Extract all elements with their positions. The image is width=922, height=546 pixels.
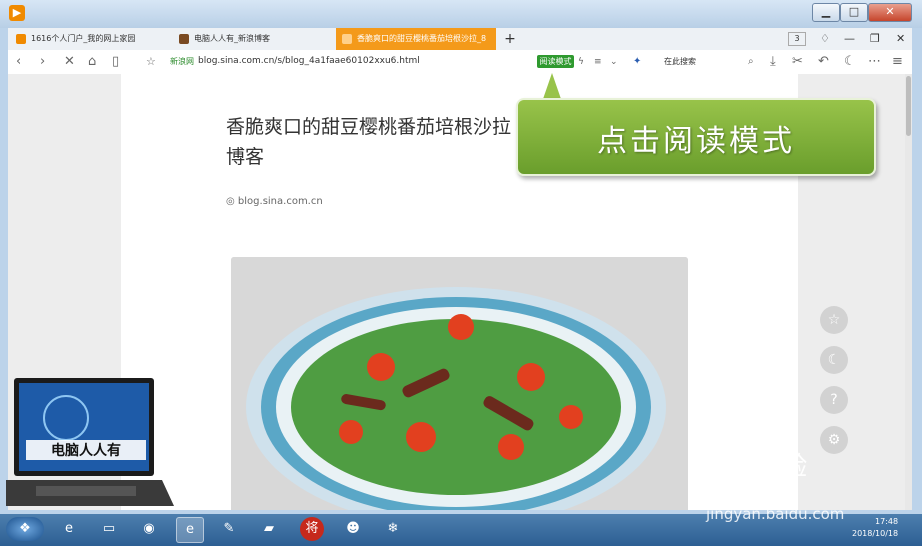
snowflake-icon[interactable]: ❄	[380, 517, 406, 541]
tab-1616-portal[interactable]: 1616个人门户_我的网上家园	[10, 28, 170, 50]
back-icon[interactable]: ‹	[16, 54, 21, 70]
favorite-star-icon[interactable]: ☆	[146, 54, 156, 70]
title-bar: ▶ ▁ □ ✕	[0, 0, 922, 28]
minimize-button[interactable]: ▁	[812, 3, 840, 22]
folder-icon[interactable]: ▭	[96, 517, 122, 541]
undo-icon[interactable]: ↶	[818, 54, 829, 70]
cartoon-icon[interactable]: ☻	[340, 517, 366, 541]
globe-icon: ◎	[226, 196, 235, 207]
browser-logo-icon: ▶	[9, 5, 25, 21]
scroll-thumb[interactable]	[906, 76, 911, 136]
tab-count-badge[interactable]: 3	[788, 32, 806, 46]
address-bar: ‹ › ✕ ⌂ ▯ ☆ 新浪网 blog.sina.com.cn/s/blog_…	[8, 50, 912, 75]
night-mode-button[interactable]: ☾	[820, 346, 848, 374]
article-source: ◎ blog.sina.com.cn	[226, 196, 323, 207]
media-player-icon[interactable]: ◉	[136, 517, 162, 541]
tab-label: 电脑人人有_新浪博客	[194, 34, 270, 43]
new-tab-button[interactable]: +	[503, 28, 517, 50]
home-icon[interactable]: ⌂	[88, 54, 96, 70]
system-clock[interactable]: 17:48 2018/10/18	[852, 516, 898, 540]
clock-date: 2018/10/18	[852, 529, 899, 538]
tab-label: 1616个人门户_我的网上家园	[31, 34, 136, 43]
list-icon[interactable]: ≡	[594, 54, 602, 70]
url-input[interactable]: blog.sina.com.cn/s/blog_4a1faae60102xxu6…	[198, 56, 420, 66]
paw-search-icon[interactable]: ✦	[633, 54, 641, 70]
chess-icon[interactable]: 将	[300, 517, 324, 541]
tab-label: 香脆爽口的甜豆樱桃番茄培根沙拉_8	[357, 34, 487, 43]
close-icon[interactable]: ✕	[896, 28, 908, 50]
paint-icon[interactable]: ✎	[216, 517, 242, 541]
folder-yellow-icon[interactable]: ▰	[256, 517, 282, 541]
article-source-label: blog.sina.com.cn	[237, 196, 323, 207]
overlay-laptop-logo: 电脑人人有	[4, 378, 176, 512]
tab-count-label: 3	[794, 34, 800, 43]
stop-icon[interactable]: ✕	[64, 54, 75, 70]
start-button[interactable]: ❖	[6, 517, 44, 541]
browser-taskbar-icon[interactable]: e	[176, 517, 204, 543]
reader-book-icon[interactable]: ▯	[112, 54, 119, 70]
scissors-icon[interactable]: ✂	[792, 54, 803, 70]
tab-favicon-icon	[179, 33, 189, 44]
callout-text: 点击阅读模式	[597, 124, 795, 159]
site-name-label: 新浪网	[170, 57, 194, 66]
forward-icon[interactable]: ›	[40, 54, 45, 70]
search-icon[interactable]: ⌕	[748, 54, 754, 70]
salad-plate-image	[231, 257, 688, 510]
baidu-watermark: Bai 经验	[706, 452, 808, 482]
tab-strip: 1616个人门户_我的网上家园 电脑人人有_新浪博客 香脆爽口的甜豆樱桃番茄培根…	[8, 28, 912, 50]
reading-mode-callout: 点击阅读模式	[516, 98, 876, 176]
new-tab-label: +	[504, 31, 516, 47]
favorite-star-button[interactable]: ☆	[820, 306, 848, 334]
minimize-tab-icon[interactable]: —	[844, 28, 856, 50]
tab-favicon-icon	[16, 33, 26, 44]
menu-icon[interactable]: ≡	[892, 54, 903, 70]
baidu-watermark-url: jingyan.baidu.com	[706, 505, 845, 523]
restore-icon[interactable]: ❐	[870, 28, 882, 50]
salad-photo	[231, 257, 688, 510]
tab-active-article[interactable]: 香脆爽口的甜豆樱桃番茄培根沙拉_8	[336, 28, 496, 50]
tab-favicon-icon	[342, 33, 352, 44]
tab-sina-blog[interactable]: 电脑人人有_新浪博客	[173, 28, 333, 50]
clock-time: 17:48	[875, 517, 899, 526]
overlay-logo-text: 电脑人人有	[26, 440, 146, 460]
close-window-button[interactable]: ✕	[868, 3, 912, 22]
dropdown-icon[interactable]: ⌄	[610, 54, 618, 70]
download-icon[interactable]: ⤓	[770, 54, 776, 70]
maximize-button[interactable]: □	[840, 3, 868, 22]
more-icon[interactable]: ⋯	[868, 54, 881, 70]
search-input[interactable]: 在此搜索	[664, 56, 696, 67]
settings-gear-button[interactable]: ⚙	[820, 426, 848, 454]
night-mode-icon[interactable]: ☾	[844, 54, 856, 70]
reading-mode-button[interactable]: 阅读模式	[537, 55, 574, 68]
shirt-icon[interactable]: ♢	[820, 28, 832, 50]
vertical-scrollbar[interactable]	[905, 74, 912, 510]
ie-icon[interactable]: e	[56, 517, 82, 541]
help-button[interactable]: ?	[820, 386, 848, 414]
lightning-icon[interactable]: ϟ	[578, 54, 584, 70]
callout-pointer	[543, 73, 561, 99]
